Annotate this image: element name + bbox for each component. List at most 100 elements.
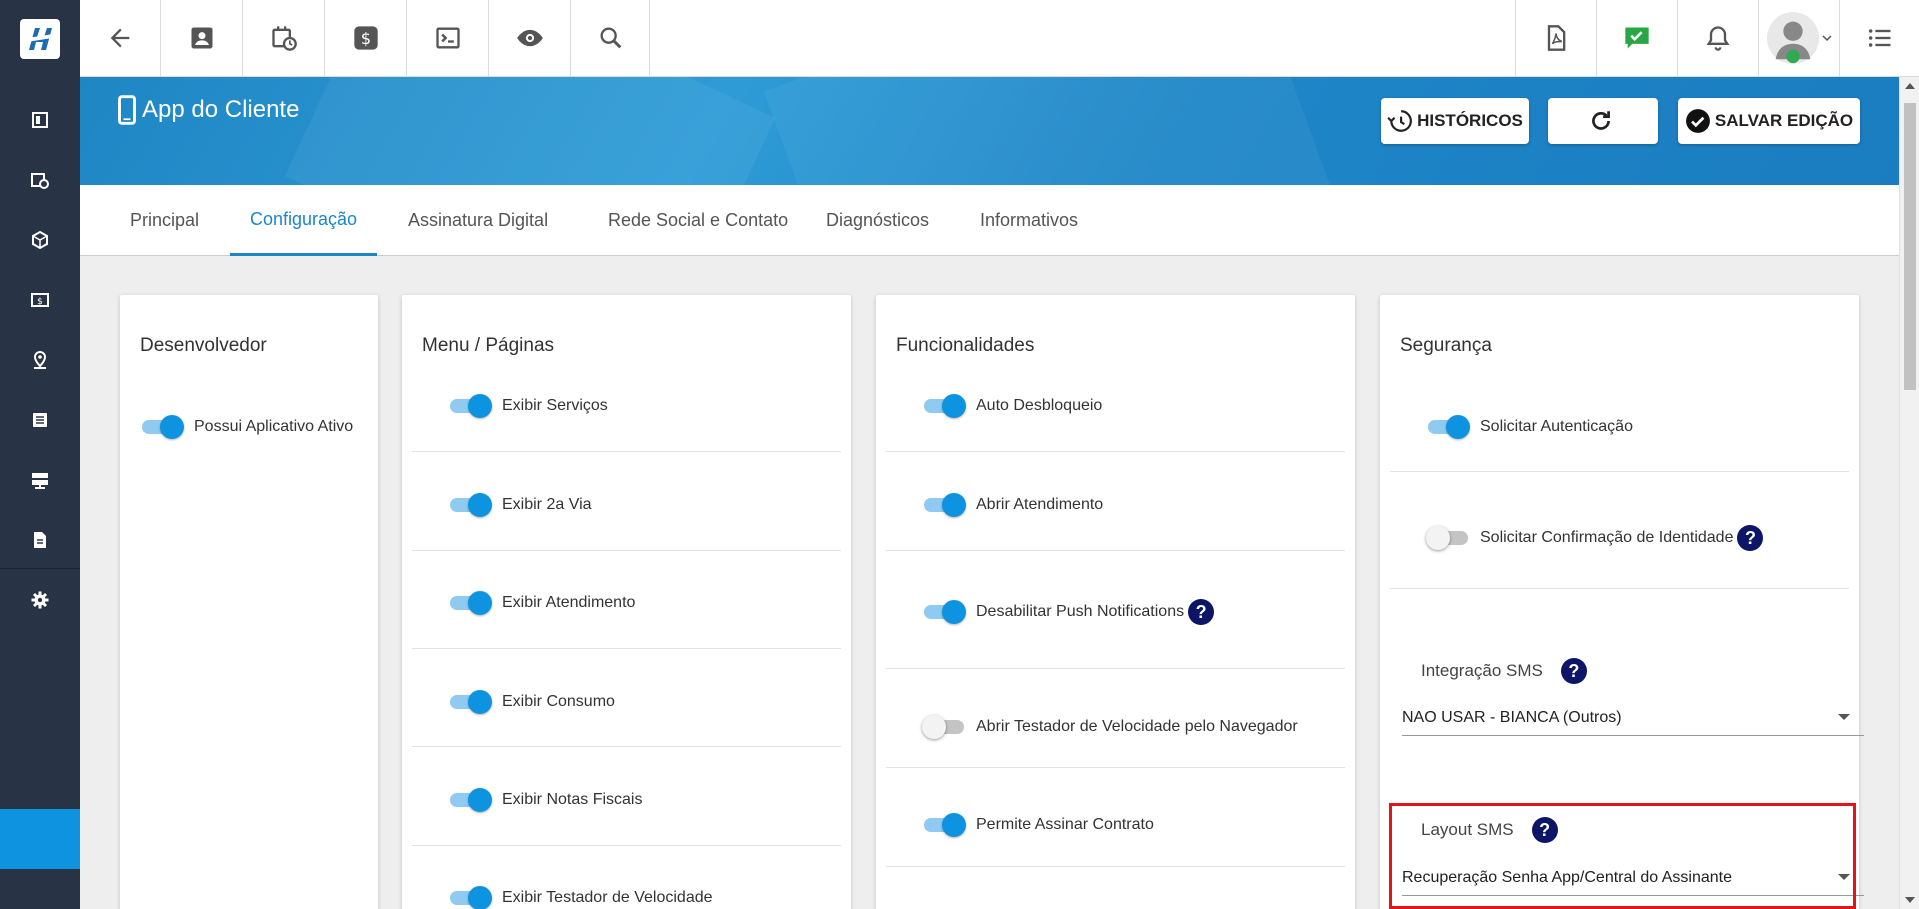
toggle-exibir-consumo[interactable] <box>448 690 492 714</box>
tab-rede-social[interactable]: Rede Social e Contato <box>588 185 808 256</box>
toggle-exibir-testador[interactable] <box>448 886 492 909</box>
setting-label: Solicitar Autenticação <box>1480 418 1633 435</box>
setting-label: Exibir Notas Fiscais <box>502 791 643 808</box>
smartphone-icon <box>118 95 136 125</box>
toggle-possui-aplicativo[interactable] <box>140 415 184 439</box>
highlight-box <box>1389 803 1856 909</box>
notifications-button[interactable] <box>1677 0 1758 76</box>
integracao-sms-select[interactable]: NAO USAR - BIANCA (Outros) <box>1402 700 1864 736</box>
setting-label: Abrir Atendimento <box>976 496 1104 513</box>
toggle-exibir-servicos[interactable] <box>448 394 492 418</box>
svg-text:$: $ <box>361 29 371 48</box>
toggle-confirmacao-identidade[interactable] <box>1426 526 1470 550</box>
logo-icon <box>27 27 53 50</box>
tab-informativos[interactable]: Informativos <box>960 185 1098 256</box>
help-icon[interactable]: ? <box>1560 658 1587 684</box>
chat-check-icon <box>1625 27 1649 49</box>
setting-label: Exibir Consumo <box>502 693 615 710</box>
toggle-desabilitar-push[interactable] <box>922 600 966 624</box>
box-icon <box>32 230 48 250</box>
page-header-banner: App do Cliente HISTÓRICOS SALVAR EDIÇÃO <box>80 77 1899 185</box>
toggle-exibir-2a-via[interactable] <box>448 493 492 517</box>
sidebar-item-dashboard[interactable] <box>0 90 80 150</box>
search-button[interactable] <box>572 0 650 76</box>
setting-label: Exibir Atendimento <box>502 594 636 611</box>
banner-decoration <box>763 77 1337 185</box>
check-circle-icon <box>1685 109 1710 133</box>
back-arrow-icon <box>110 28 130 48</box>
setting-desabilitar-push: Desabilitar Push Notifications ? <box>922 599 1355 625</box>
toggle-exibir-atendimento[interactable] <box>448 591 492 615</box>
sidebar-item-finance[interactable]: $ <box>0 270 80 330</box>
top-toolbar: $ <box>0 0 1919 77</box>
setting-exibir-2a-via: Exibir 2a Via <box>448 493 851 517</box>
tab-label: Configuração <box>250 208 358 229</box>
document-icon <box>34 532 46 548</box>
save-button[interactable]: SALVAR EDIÇÃO <box>1678 98 1860 144</box>
help-icon[interactable]: ? <box>1188 599 1215 625</box>
messages-button[interactable] <box>1596 0 1677 76</box>
divider <box>886 866 1345 867</box>
tab-label: Assinatura Digital <box>408 210 549 230</box>
scroll-down-arrow-icon[interactable] <box>1905 897 1915 903</box>
divider <box>886 550 1345 551</box>
user-menu[interactable] <box>1758 0 1839 76</box>
refresh-button[interactable] <box>1548 98 1658 144</box>
historicos-button[interactable]: HISTÓRICOS <box>1381 98 1529 144</box>
toggle-permite-assinar-contrato[interactable] <box>922 813 966 837</box>
divider <box>412 845 841 846</box>
setting-label: Abrir Testador de Velocidade pelo Navega… <box>976 718 1298 735</box>
toggle-exibir-notas-fiscais[interactable] <box>448 788 492 812</box>
toggle-abrir-atendimento[interactable] <box>922 493 966 517</box>
svg-text:$: $ <box>37 297 43 307</box>
refresh-icon <box>1592 111 1610 130</box>
card-menu-paginas: Menu / Páginas Exibir Serviços Exibir 2a… <box>402 295 851 909</box>
finance-button[interactable]: $ <box>326 0 407 76</box>
back-button[interactable] <box>80 0 161 76</box>
schedule-button[interactable] <box>244 0 325 76</box>
scroll-thumb[interactable] <box>1904 103 1916 390</box>
help-icon[interactable]: ? <box>1737 525 1764 551</box>
tab-assinatura-digital[interactable]: Assinatura Digital <box>388 185 568 256</box>
tab-configuracao[interactable]: Configuração <box>230 185 378 256</box>
sidebar-item-map[interactable] <box>0 330 80 390</box>
divider <box>1390 471 1849 472</box>
sidebar-item-network[interactable] <box>0 450 80 510</box>
view-button[interactable] <box>490 0 571 76</box>
setting-auto-desbloqueio: Auto Desbloqueio <box>922 394 1355 418</box>
user-avatar <box>1766 11 1820 65</box>
page-title: App do Cliente <box>116 95 299 125</box>
setting-exibir-consumo: Exibir Consumo <box>448 690 851 714</box>
card-desenvolvedor: Desenvolvedor Possui Aplicativo Ativo <box>120 295 378 909</box>
sidebar-item-schedule[interactable] <box>0 150 80 210</box>
sidebar-item-records[interactable] <box>0 390 80 450</box>
sidebar-item-settings[interactable] <box>0 570 80 630</box>
sidebar-active-indicator[interactable] <box>0 809 80 869</box>
terminal-button[interactable] <box>408 0 489 76</box>
scroll-up-arrow-icon[interactable] <box>1905 83 1915 89</box>
tab-diagnosticos[interactable]: Diagnósticos <box>806 185 949 256</box>
toggle-abrir-testador-navegador[interactable] <box>922 715 966 739</box>
setting-permite-assinar-contrato: Permite Assinar Contrato <box>922 813 1355 837</box>
select-value: NAO USAR - BIANCA (Outros) <box>1402 708 1622 726</box>
sidebar-item-documents[interactable] <box>0 510 80 570</box>
divider <box>886 767 1345 768</box>
main-menu-button[interactable] <box>1839 0 1919 76</box>
setting-label: Possui Aplicativo Ativo <box>194 418 354 435</box>
page-title-text: App do Cliente <box>142 96 300 123</box>
app-logo[interactable] <box>0 0 80 77</box>
setting-label: Auto Desbloqueio <box>976 397 1103 414</box>
divider <box>412 550 841 551</box>
toggle-auto-desbloqueio[interactable] <box>922 394 966 418</box>
banner-decoration <box>284 77 776 185</box>
tab-principal[interactable]: Principal <box>110 185 219 256</box>
pdf-button[interactable] <box>1515 0 1596 76</box>
contacts-button[interactable] <box>162 0 243 76</box>
setting-label: Desabilitar Push Notifications <box>976 603 1185 620</box>
sidebar-item-products[interactable] <box>0 210 80 270</box>
page-scrollbar[interactable] <box>1899 77 1919 909</box>
sidebar-divider <box>0 568 80 569</box>
toggle-solicitar-autenticacao[interactable] <box>1426 415 1470 439</box>
gear-icon <box>31 591 49 609</box>
divider <box>886 451 1345 452</box>
